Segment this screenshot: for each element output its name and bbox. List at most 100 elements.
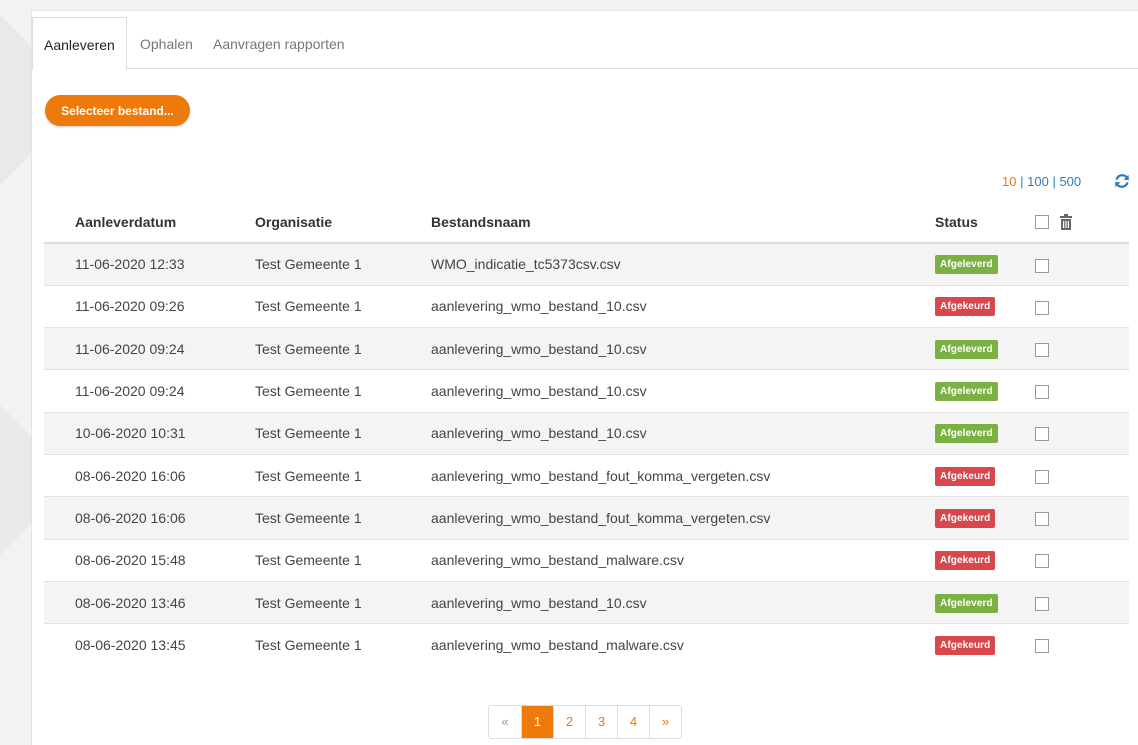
- pagination-page-1[interactable]: 1: [521, 706, 553, 738]
- select-all-checkbox[interactable]: [1035, 214, 1049, 229]
- pagination-page-3[interactable]: 3: [585, 706, 617, 738]
- cell-select: [1025, 242, 1129, 286]
- row-checkbox[interactable]: [1035, 596, 1049, 611]
- cell-status: Afgeleverd: [905, 411, 1025, 455]
- page-size-100[interactable]: 100: [1027, 174, 1049, 189]
- cell-status: Afgekeurd: [905, 623, 1025, 666]
- cell-bestandsnaam: aanlevering_wmo_bestand_10.csv: [400, 580, 905, 624]
- trash-icon[interactable]: [1059, 213, 1073, 230]
- deliveries-table: Aanleverdatum Organisatie Bestandsnaam S…: [44, 201, 1129, 666]
- refresh-icon[interactable]: [1113, 172, 1131, 190]
- cell-status: Afgekeurd: [905, 496, 1025, 540]
- content-panel: Aanleveren Ophalen Aanvragen rapporten S…: [31, 10, 1138, 745]
- tab-aanvragen-rapporten[interactable]: Aanvragen rapporten: [213, 17, 345, 69]
- cell-select: [1025, 496, 1129, 540]
- cell-aanleverdatum: 08-06-2020 13:46: [44, 580, 224, 624]
- table-row: 11-06-2020 09:26 Test Gemeente 1 aanleveri…: [44, 284, 1129, 328]
- status-badge: Afgekeurd: [935, 636, 996, 656]
- cell-status: Afgekeurd: [905, 453, 1025, 497]
- tab-ophalen[interactable]: Ophalen: [140, 17, 193, 69]
- cell-select: [1025, 453, 1129, 497]
- table-row: 08-06-2020 13:45 Test Gemeente 1 aanleveri…: [44, 623, 1129, 666]
- status-badge: Afgekeurd: [935, 551, 996, 571]
- cell-bestandsnaam: WMO_indicatie_tc5373csv.csv: [400, 242, 905, 286]
- status-badge: Afgekeurd: [935, 508, 996, 528]
- table-row: 08-06-2020 15:48 Test Gemeente 1 aanleveri…: [44, 538, 1129, 582]
- cell-organisatie: Test Gemeente 1: [224, 453, 400, 497]
- table-row: 08-06-2020 16:06 Test Gemeente 1 aanleveri…: [44, 496, 1129, 540]
- cell-bestandsnaam: aanlevering_wmo_bestand_malware.csv: [400, 623, 905, 666]
- cell-organisatie: Test Gemeente 1: [224, 623, 400, 666]
- cell-organisatie: Test Gemeente 1: [224, 580, 400, 624]
- cell-status: Afgeleverd: [905, 369, 1025, 413]
- cell-status: Afgeleverd: [905, 327, 1025, 370]
- cell-organisatie: Test Gemeente 1: [224, 411, 400, 455]
- pagination-prev[interactable]: «: [489, 706, 521, 738]
- cell-select: [1025, 327, 1129, 370]
- row-checkbox[interactable]: [1035, 427, 1049, 442]
- page-size-10[interactable]: 10: [1002, 174, 1016, 189]
- row-checkbox[interactable]: [1035, 258, 1049, 273]
- tab-aanleveren[interactable]: Aanleveren: [32, 17, 127, 70]
- row-checkbox[interactable]: [1035, 300, 1049, 315]
- row-checkbox[interactable]: [1035, 342, 1049, 357]
- status-badge: Afgeleverd: [935, 593, 998, 613]
- cell-select: [1025, 284, 1129, 328]
- cell-organisatie: Test Gemeente 1: [224, 284, 400, 328]
- table-row: 08-06-2020 13:46 Test Gemeente 1 aanleveri…: [44, 580, 1129, 624]
- table-header-row: Aanleverdatum Organisatie Bestandsnaam S…: [44, 201, 1129, 244]
- cell-aanleverdatum: 11-06-2020 09:26: [44, 284, 224, 328]
- cell-aanleverdatum: 11-06-2020 09:24: [44, 369, 224, 413]
- cell-bestandsnaam: aanlevering_wmo_bestand_fout_komma_verge…: [400, 453, 905, 497]
- cell-select: [1025, 623, 1129, 666]
- cell-select: [1025, 580, 1129, 624]
- cell-bestandsnaam: aanlevering_wmo_bestand_malware.csv: [400, 538, 905, 582]
- cell-aanleverdatum: 08-06-2020 15:48: [44, 538, 224, 582]
- cell-organisatie: Test Gemeente 1: [224, 242, 400, 286]
- column-header-bestandsnaam[interactable]: Bestandsnaam: [400, 201, 905, 244]
- pagination-next[interactable]: »: [649, 706, 681, 738]
- table-row: 11-06-2020 09:24 Test Gemeente 1 aanleveri…: [44, 327, 1129, 370]
- cell-status: Afgekeurd: [905, 284, 1025, 328]
- column-header-status[interactable]: Status: [905, 201, 1025, 244]
- cell-status: Afgeleverd: [905, 242, 1025, 286]
- row-checkbox[interactable]: [1035, 554, 1049, 569]
- cell-organisatie: Test Gemeente 1: [224, 496, 400, 540]
- cell-aanleverdatum: 08-06-2020 13:45: [44, 623, 224, 666]
- status-badge: Afgekeurd: [935, 297, 996, 317]
- cell-aanleverdatum: 08-06-2020 16:06: [44, 496, 224, 540]
- pagination-page-4[interactable]: 4: [617, 706, 649, 738]
- status-badge: Afgeleverd: [935, 382, 998, 402]
- cell-bestandsnaam: aanlevering_wmo_bestand_fout_komma_verge…: [400, 496, 905, 540]
- cell-select: [1025, 411, 1129, 455]
- column-header-organisatie[interactable]: Organisatie: [224, 201, 400, 244]
- table-row: 11-06-2020 12:33 Test Gemeente 1 WMO_indic…: [44, 242, 1129, 286]
- row-checkbox[interactable]: [1035, 385, 1049, 400]
- page-size-separator: |: [1020, 174, 1024, 189]
- cell-aanleverdatum: 10-06-2020 10:31: [44, 411, 224, 455]
- table-row: 11-06-2020 09:24 Test Gemeente 1 aanleveri…: [44, 369, 1129, 413]
- row-checkbox[interactable]: [1035, 639, 1049, 654]
- cell-aanleverdatum: 11-06-2020 09:24: [44, 327, 224, 370]
- row-checkbox[interactable]: [1035, 512, 1049, 527]
- status-badge: Afgekeurd: [935, 466, 996, 486]
- column-header-aanleverdatum[interactable]: Aanleverdatum: [44, 201, 224, 244]
- cell-select: [1025, 369, 1129, 413]
- select-file-button[interactable]: Selecteer bestand...: [45, 95, 190, 126]
- cell-bestandsnaam: aanlevering_wmo_bestand_10.csv: [400, 284, 905, 328]
- cell-bestandsnaam: aanlevering_wmo_bestand_10.csv: [400, 411, 905, 455]
- row-checkbox[interactable]: [1035, 469, 1049, 484]
- page-size-separator: |: [1052, 174, 1056, 189]
- cell-organisatie: Test Gemeente 1: [224, 327, 400, 370]
- status-badge: Afgeleverd: [935, 424, 998, 444]
- table-row: 08-06-2020 16:06 Test Gemeente 1 aanleveri…: [44, 453, 1129, 497]
- table-row: 10-06-2020 10:31 Test Gemeente 1 aanleveri…: [44, 411, 1129, 455]
- page-size-500[interactable]: 500: [1059, 174, 1081, 189]
- pagination-page-2[interactable]: 2: [553, 706, 585, 738]
- cell-status: Afgekeurd: [905, 538, 1025, 582]
- cell-select: [1025, 538, 1129, 582]
- cell-organisatie: Test Gemeente 1: [224, 369, 400, 413]
- cell-aanleverdatum: 11-06-2020 12:33: [44, 242, 224, 286]
- cell-bestandsnaam: aanlevering_wmo_bestand_10.csv: [400, 327, 905, 370]
- cell-organisatie: Test Gemeente 1: [224, 538, 400, 582]
